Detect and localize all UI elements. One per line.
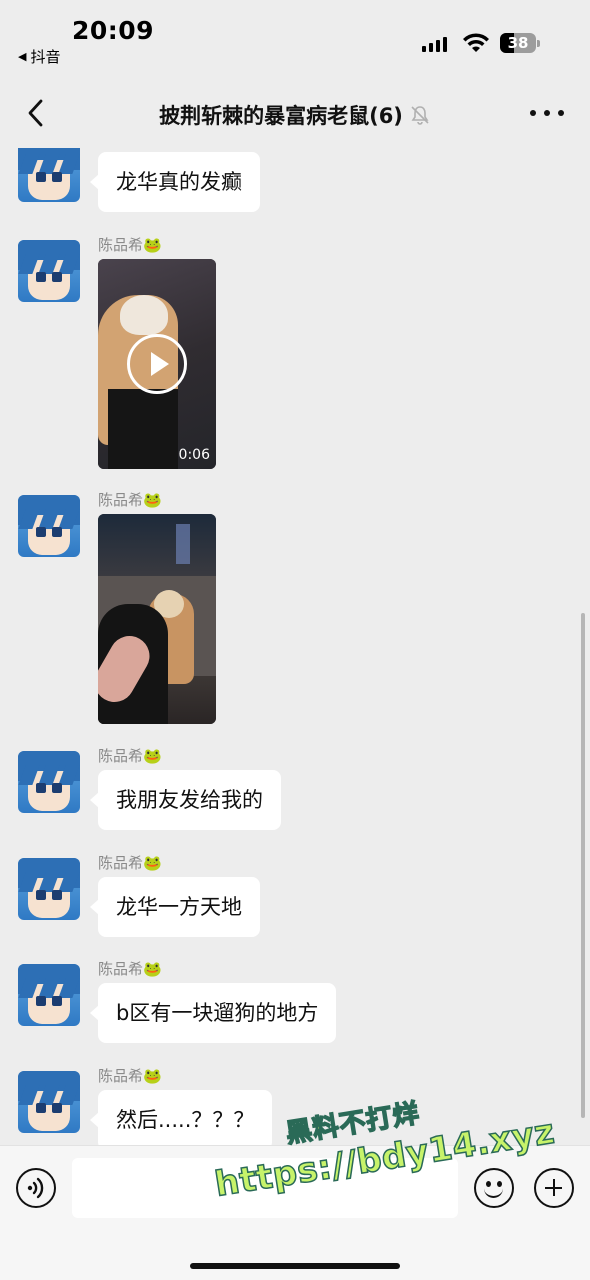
back-triangle-icon: ◀ <box>18 50 27 63</box>
avatar[interactable] <box>18 148 80 202</box>
message-input[interactable] <box>72 1158 458 1218</box>
video-duration: 0:06 <box>178 447 210 463</box>
image-message[interactable] <box>98 514 216 724</box>
chat-nav-bar: 披荆斩棘的暴富病老鼠(6) <box>0 78 590 148</box>
wifi-icon <box>463 33 489 52</box>
dot <box>544 110 550 116</box>
avatar[interactable] <box>18 495 80 557</box>
emoji-button[interactable] <box>474 1168 514 1208</box>
message-bubble[interactable]: 龙华一方天地 <box>90 877 260 937</box>
plus-button[interactable] <box>534 1168 574 1208</box>
sender-name: 陈品希🐸 <box>98 747 162 765</box>
sender-name: 陈品希🐸 <box>98 1067 162 1085</box>
dot <box>530 110 536 116</box>
emoji-icon <box>486 1181 491 1187</box>
scrollbar[interactable] <box>581 613 585 1118</box>
message-bubble[interactable]: 我朋友发给我的 <box>90 770 281 830</box>
play-icon[interactable] <box>127 334 187 394</box>
dot <box>558 110 564 116</box>
bell-slash-icon <box>411 106 429 125</box>
chat-title-area: 披荆斩棘的暴富病老鼠(6) <box>0 100 590 130</box>
sender-name: 陈品希🐸 <box>98 236 162 254</box>
voice-button[interactable] <box>16 1168 56 1208</box>
sender-name: 陈品希🐸 <box>98 491 162 509</box>
home-indicator <box>190 1263 400 1269</box>
status-time: 20:09 <box>72 16 155 45</box>
avatar[interactable] <box>18 858 80 920</box>
sender-name: 陈品希🐸 <box>98 960 162 978</box>
message-bubble[interactable]: 然后.....？？？ <box>89 1090 273 1145</box>
chat-messages[interactable]: 龙华真的发癫 陈品希🐸 0:06 陈品希🐸 陈品希🐸 我朋友发给我的 陈品希🐸 … <box>0 148 590 1145</box>
avatar[interactable] <box>18 1071 80 1133</box>
voice-icon <box>27 1177 44 1199</box>
avatar[interactable] <box>18 964 80 1026</box>
avatar[interactable] <box>18 240 80 302</box>
avatar[interactable] <box>18 751 80 813</box>
sender-name: 陈品希🐸 <box>98 854 162 872</box>
status-bar: 20:09 ◀ 抖音 38 <box>0 0 590 78</box>
back-to-app-link[interactable]: ◀ 抖音 <box>18 46 60 67</box>
dog-head <box>120 295 168 335</box>
chat-title: 披荆斩棘的暴富病老鼠(6) <box>159 104 403 128</box>
message-bubble[interactable]: b区有一块遛狗的地方 <box>89 983 337 1043</box>
input-bar <box>0 1145 590 1280</box>
message-bubble[interactable]: 龙华真的发癫 <box>90 152 260 212</box>
more-options-button[interactable] <box>530 100 564 126</box>
battery-level: 38 <box>507 34 529 52</box>
cellular-signal-icon <box>422 36 447 52</box>
video-message[interactable]: 0:06 <box>98 259 216 469</box>
battery-icon: 38 <box>500 33 540 53</box>
back-app-label: 抖音 <box>30 48 61 66</box>
